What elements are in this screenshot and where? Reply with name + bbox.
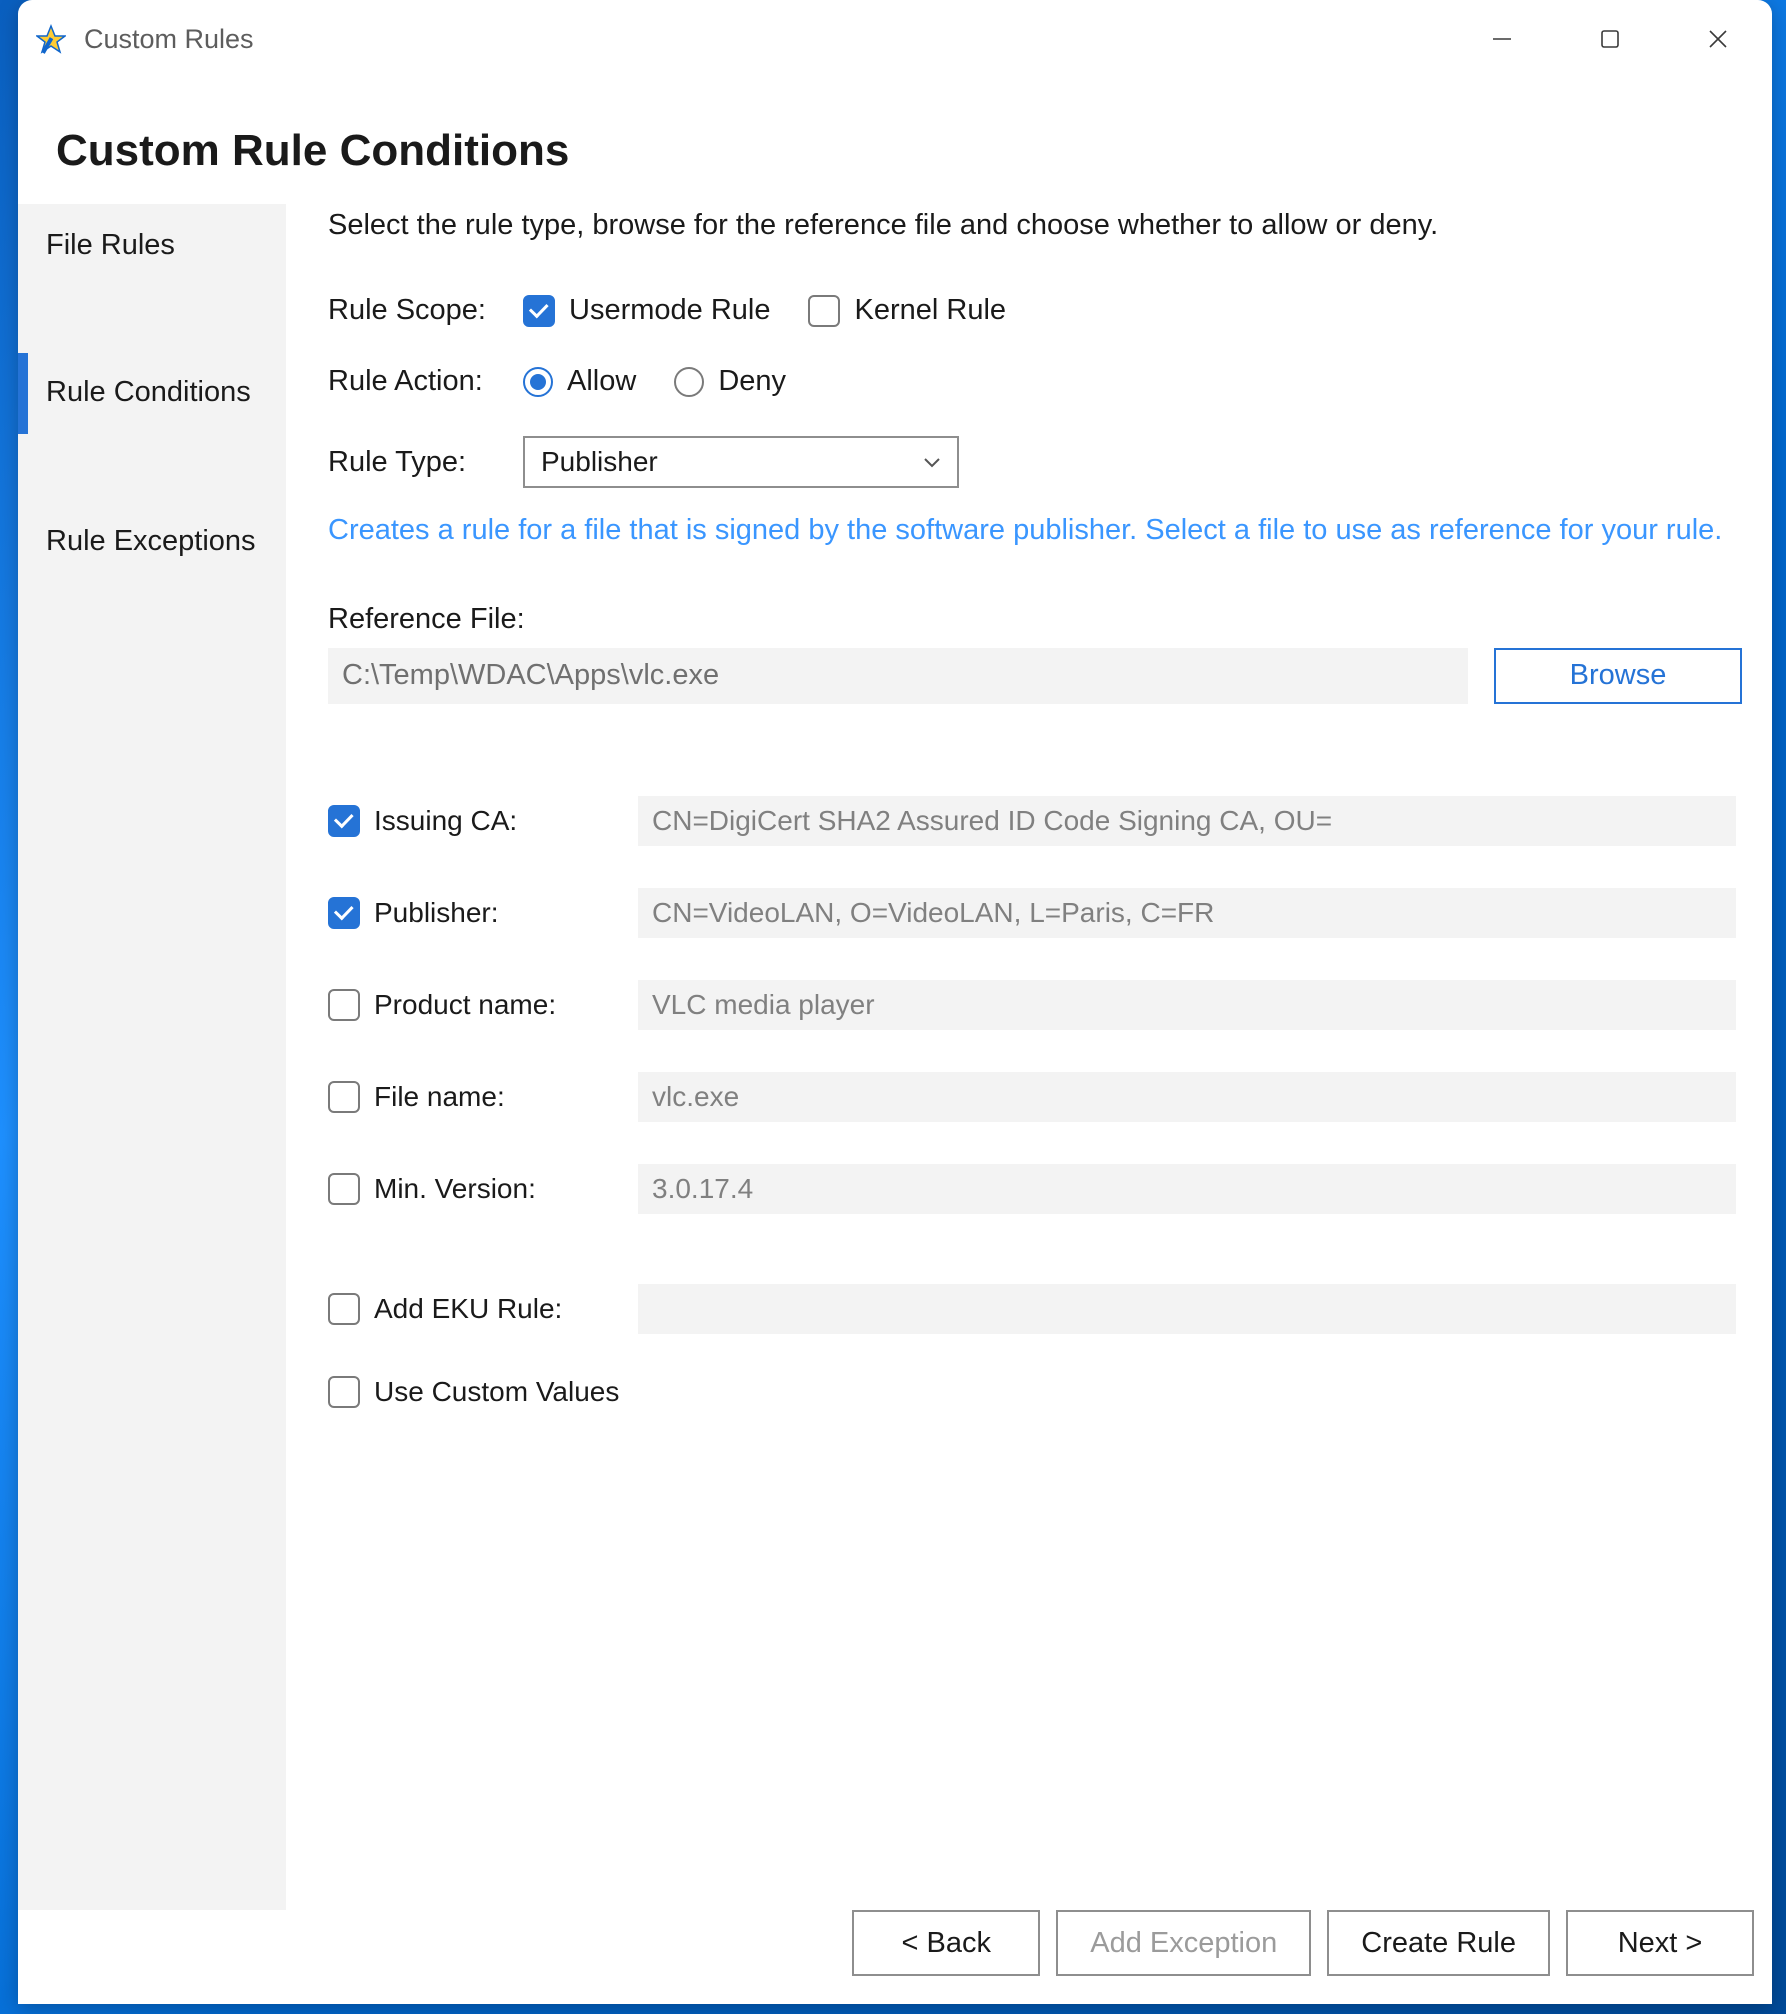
deny-radio-wrap[interactable]: Deny [674,365,786,398]
file-name-label: File name: [374,1081,505,1113]
custom-values-label: Use Custom Values [374,1376,619,1408]
usermode-rule-label: Usermode Rule [569,294,770,327]
reference-file-row: C:\Temp\WDAC\Apps\vlc.exe Browse [328,648,1742,704]
product-name-checkbox[interactable] [328,989,360,1021]
body: File Rules Rule Conditions Rule Exceptio… [18,204,1772,1910]
issuing-ca-value: CN=DigiCert SHA2 Assured ID Code Signing… [638,796,1736,846]
maximize-button[interactable] [1556,0,1664,78]
deny-radio[interactable] [674,367,704,397]
window-controls [1448,0,1772,78]
custom-values-row: Use Custom Values [328,1376,1742,1408]
min-version-label: Min. Version: [374,1173,536,1205]
eku-rule-checkbox[interactable] [328,1293,360,1325]
publisher-value: CN=VideoLAN, O=VideoLAN, L=Paris, C=FR [638,888,1736,938]
usermode-rule-checkbox-wrap[interactable]: Usermode Rule [523,294,770,327]
wizard-window: Custom Rules Custom Rule Conditions File… [18,0,1772,2004]
add-exception-button[interactable]: Add Exception [1056,1910,1311,1976]
rule-type-label: Rule Type: [328,446,523,479]
sidebar: File Rules Rule Conditions Rule Exceptio… [18,204,286,1910]
deny-label: Deny [718,365,786,398]
rule-scope-row: Rule Scope: Usermode Rule Kernel Rule [328,294,1742,327]
eku-rule-value[interactable] [638,1284,1736,1334]
titlebar: Custom Rules [18,0,1772,78]
rule-type-row: Rule Type: Publisher [328,436,1742,488]
sidebar-item-rule-exceptions[interactable]: Rule Exceptions [18,502,286,583]
back-button[interactable]: < Back [852,1910,1040,1976]
issuing-ca-checkbox[interactable] [328,805,360,837]
kernel-rule-label: Kernel Rule [854,294,1006,327]
intro-text: Select the rule type, browse for the ref… [328,204,1742,246]
min-version-checkbox[interactable] [328,1173,360,1205]
rule-scope-label: Rule Scope: [328,294,523,327]
rule-type-selected: Publisher [541,446,658,478]
create-rule-button[interactable]: Create Rule [1327,1910,1550,1976]
file-name-value: vlc.exe [638,1072,1736,1122]
kernel-rule-checkbox-wrap[interactable]: Kernel Rule [808,294,1006,327]
publisher-row: Publisher: CN=VideoLAN, O=VideoLAN, L=Pa… [328,888,1742,938]
page-title: Custom Rule Conditions [56,126,1734,176]
chevron-down-icon [923,451,941,474]
rule-action-label: Rule Action: [328,365,523,398]
min-version-row: Min. Version: 3.0.17.4 [328,1164,1742,1214]
wizard-icon [36,24,66,54]
browse-button[interactable]: Browse [1494,648,1742,704]
rule-action-row: Rule Action: Allow Deny [328,365,1742,398]
file-name-checkbox[interactable] [328,1081,360,1113]
window-title: Custom Rules [84,24,1448,55]
eku-rule-row: Add EKU Rule: [328,1284,1742,1334]
min-version-value: 3.0.17.4 [638,1164,1736,1214]
next-button[interactable]: Next > [1566,1910,1754,1976]
issuing-ca-row: Issuing CA: CN=DigiCert SHA2 Assured ID … [328,796,1742,846]
product-name-label: Product name: [374,989,556,1021]
page-header: Custom Rule Conditions [18,78,1772,204]
file-name-row: File name: vlc.exe [328,1072,1742,1122]
allow-radio-wrap[interactable]: Allow [523,365,636,398]
minimize-button[interactable] [1448,0,1556,78]
issuing-ca-label: Issuing CA: [374,805,517,837]
rule-type-select[interactable]: Publisher [523,436,959,488]
rule-type-hint: Creates a rule for a file that is signed… [328,510,1742,551]
reference-file-label: Reference File: [328,603,1742,636]
publisher-label: Publisher: [374,897,499,929]
sidebar-item-file-rules[interactable]: File Rules [18,206,286,287]
eku-rule-label: Add EKU Rule: [374,1293,562,1325]
reference-file-input[interactable]: C:\Temp\WDAC\Apps\vlc.exe [328,648,1468,704]
usermode-rule-checkbox[interactable] [523,295,555,327]
sidebar-item-rule-conditions[interactable]: Rule Conditions [18,353,286,434]
content-panel: Select the rule type, browse for the ref… [286,204,1772,1910]
custom-values-checkbox[interactable] [328,1376,360,1408]
kernel-rule-checkbox[interactable] [808,295,840,327]
publisher-checkbox[interactable] [328,897,360,929]
footer: < Back Add Exception Create Rule Next > [18,1910,1772,2004]
product-name-value: VLC media player [638,980,1736,1030]
close-button[interactable] [1664,0,1772,78]
allow-radio[interactable] [523,367,553,397]
allow-label: Allow [567,365,636,398]
product-name-row: Product name: VLC media player [328,980,1742,1030]
